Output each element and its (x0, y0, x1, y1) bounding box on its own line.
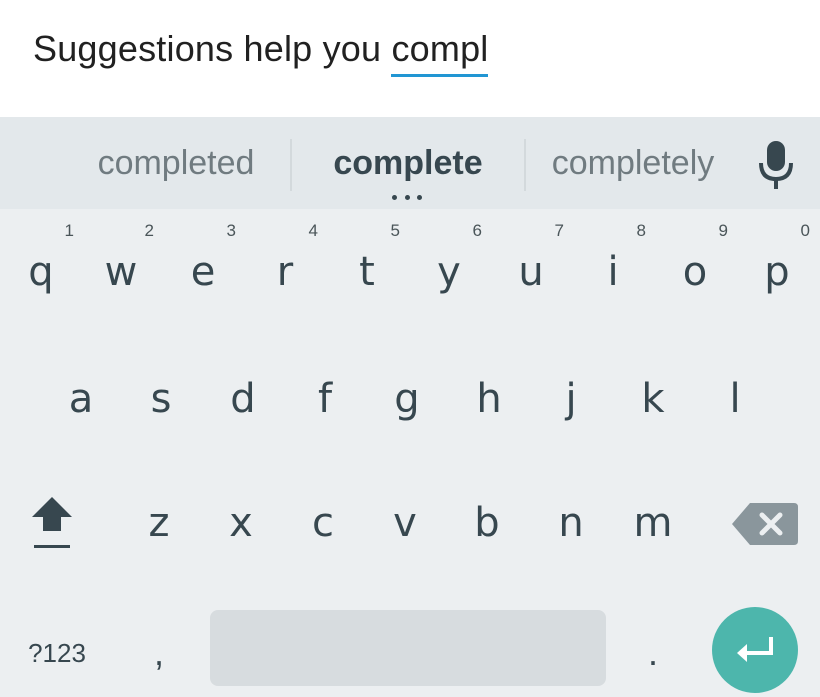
key-k[interactable]: k (612, 353, 694, 445)
key-label: p (764, 249, 790, 295)
key-comma[interactable]: , (118, 613, 200, 693)
spacebar[interactable] (210, 610, 606, 686)
key-o[interactable]: 9o (654, 217, 736, 309)
key-g[interactable]: g (366, 353, 448, 445)
key-w[interactable]: 2w (80, 217, 162, 309)
symbols-key[interactable]: ?123 (8, 613, 106, 693)
key-y[interactable]: 6y (408, 217, 490, 309)
key-l[interactable]: l (694, 353, 776, 445)
composing-word: compl (391, 28, 489, 77)
shift-icon[interactable] (12, 487, 94, 569)
key-label: i (607, 249, 619, 295)
key-p[interactable]: 0p (736, 217, 818, 309)
key-hint: 9 (718, 221, 728, 240)
key-c[interactable]: c (282, 473, 364, 573)
key-e[interactable]: 3e (162, 217, 244, 309)
key-q[interactable]: 1q (0, 217, 82, 309)
key-label: t (359, 249, 375, 295)
key-m[interactable]: m (612, 473, 694, 573)
key-label: y (437, 249, 461, 295)
key-hint: 7 (554, 221, 564, 240)
key-hint: 8 (636, 221, 646, 240)
suggestion-right[interactable]: completely (524, 117, 742, 209)
key-n[interactable]: n (530, 473, 612, 573)
suggestion-left[interactable]: completed (60, 117, 292, 209)
key-i[interactable]: 8i (572, 217, 654, 309)
key-label: q (28, 249, 54, 295)
key-u[interactable]: 7u (490, 217, 572, 309)
key-hint: 2 (144, 221, 154, 240)
suggestion-strip: completed complete completely (0, 117, 820, 209)
key-a[interactable]: a (40, 353, 122, 445)
key-label: o (682, 249, 708, 295)
key-hint: 5 (390, 221, 400, 240)
key-f[interactable]: f (284, 353, 366, 445)
key-z[interactable]: z (118, 473, 200, 573)
key-v[interactable]: v (364, 473, 446, 573)
key-label: w (104, 249, 138, 295)
key-r[interactable]: 4r (244, 217, 326, 309)
key-period[interactable]: . (612, 613, 694, 693)
key-label: e (190, 249, 216, 295)
key-t[interactable]: 5t (326, 217, 408, 309)
key-hint: 4 (308, 221, 318, 240)
soft-keyboard: completed complete completely 1q 2w 3e 4… (0, 117, 820, 697)
key-x[interactable]: x (200, 473, 282, 573)
key-b[interactable]: b (446, 473, 528, 573)
typed-text: Suggestions help you compl (33, 28, 489, 77)
key-s[interactable]: s (120, 353, 202, 445)
key-h[interactable]: h (448, 353, 530, 445)
key-hint: 6 (472, 221, 482, 240)
more-suggestions-dots (392, 195, 422, 203)
backspace-icon[interactable] (722, 495, 806, 553)
key-hint: 0 (800, 221, 810, 240)
key-label: u (518, 249, 544, 295)
text-input-area[interactable]: Suggestions help you compl (0, 0, 820, 117)
key-j[interactable]: j (530, 353, 612, 445)
key-hint: 1 (64, 221, 74, 240)
key-hint: 3 (226, 221, 236, 240)
typed-text-prefix: Suggestions help you (33, 28, 392, 69)
key-label: r (276, 249, 294, 295)
enter-icon[interactable] (712, 607, 798, 693)
key-d[interactable]: d (202, 353, 284, 445)
microphone-icon[interactable] (754, 139, 798, 191)
